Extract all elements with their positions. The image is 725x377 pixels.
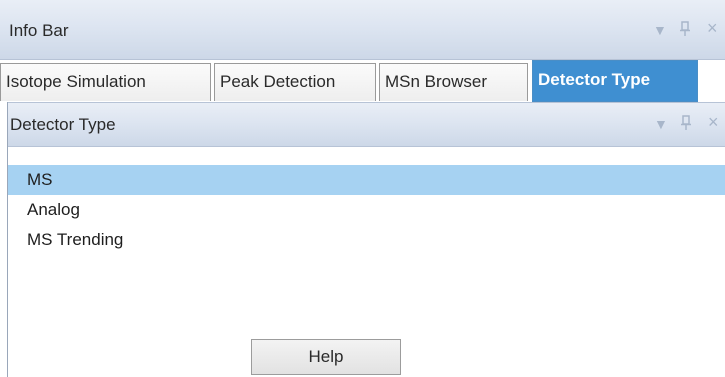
list-item-analog[interactable]: Analog bbox=[8, 195, 725, 225]
dropdown-arrow-icon[interactable]: ▼ bbox=[653, 22, 667, 38]
info-bar-header: Info Bar ▼ × bbox=[0, 0, 725, 60]
detector-panel-title: Detector Type bbox=[10, 115, 116, 134]
list-item-ms-trending[interactable]: MS Trending bbox=[8, 225, 725, 255]
detector-type-list: MS Analog MS Trending bbox=[8, 165, 725, 255]
dropdown-arrow-icon[interactable]: ▼ bbox=[654, 116, 668, 132]
pin-icon[interactable] bbox=[680, 21, 690, 37]
tab-strip: Isotope Simulation Peak Detection MSn Br… bbox=[0, 60, 725, 102]
close-icon[interactable]: × bbox=[708, 113, 719, 131]
app-root: Info Bar ▼ × Isotope Simulation Peak Det… bbox=[0, 0, 725, 377]
tab-msn-browser[interactable]: MSn Browser bbox=[379, 63, 528, 101]
info-bar-title: Info Bar bbox=[9, 21, 69, 40]
tab-peak-detection[interactable]: Peak Detection bbox=[214, 63, 376, 101]
tab-detector-type[interactable]: Detector Type bbox=[532, 60, 698, 102]
tab-isotope-simulation[interactable]: Isotope Simulation bbox=[0, 63, 211, 101]
detector-type-panel: Detector Type ▼ × MS Analog MS Trending … bbox=[7, 102, 725, 377]
pin-icon[interactable] bbox=[681, 115, 691, 131]
detector-panel-header: Detector Type ▼ × bbox=[8, 102, 725, 147]
close-icon[interactable]: × bbox=[707, 19, 718, 37]
list-item-ms[interactable]: MS bbox=[8, 165, 725, 195]
help-button[interactable]: Help bbox=[251, 339, 401, 375]
